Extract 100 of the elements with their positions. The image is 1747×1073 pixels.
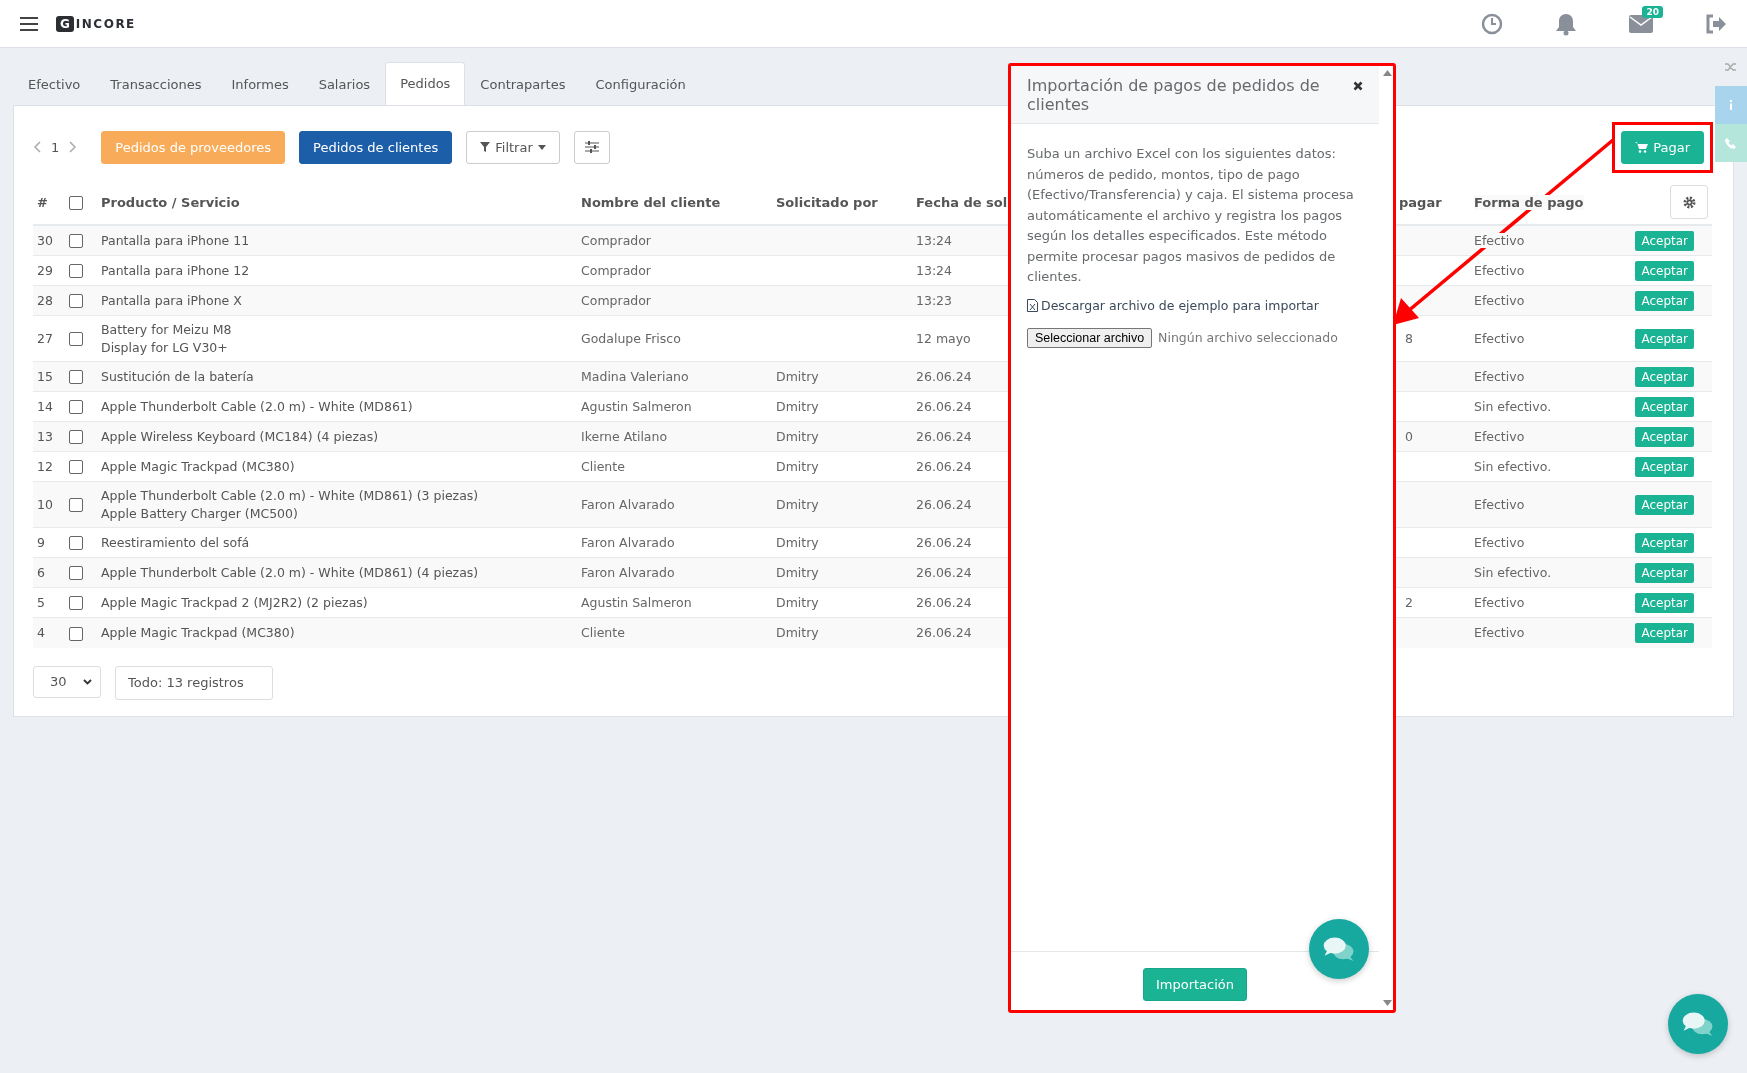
page-number[interactable]: 1 <box>51 139 60 155</box>
table-cell: 26.06.24 <box>912 481 1008 528</box>
chat-button[interactable] <box>1309 919 1369 979</box>
table-cell: 30 <box>33 225 65 256</box>
column-header: Forma de pago <box>1474 194 1584 210</box>
accept-button[interactable]: Aceptar <box>1635 456 1694 477</box>
dialog-title: Importación de pagos de pedidos de clientes <box>1027 76 1321 114</box>
table-cell: Apple Thunderbolt Cable (2.0 m) - White (MD861) (4 piezas) <box>97 557 577 588</box>
table-cell: Sin efectivo. <box>1474 399 1552 414</box>
checkbox[interactable] <box>69 430 83 445</box>
chevron-down-icon <box>83 678 92 685</box>
accept-button[interactable]: Aceptar <box>1635 562 1694 583</box>
tab[interactable]: Informes <box>216 63 304 105</box>
scroll-up-icon[interactable] <box>1382 70 1392 76</box>
file-status: Ningún archivo seleccionado <box>1158 329 1338 347</box>
checkbox[interactable] <box>69 536 83 551</box>
checkbox[interactable] <box>69 234 83 249</box>
close-icon[interactable] <box>1353 81 1363 91</box>
pay-button[interactable]: Pagar <box>1621 130 1704 164</box>
menu-icon[interactable] <box>20 16 38 31</box>
accept-button[interactable]: Aceptar <box>1635 366 1694 387</box>
accept-button[interactable]: Aceptar <box>1635 260 1694 281</box>
table-cell: Efectivo <box>1474 369 1525 384</box>
settings-button[interactable] <box>1670 185 1708 219</box>
accept-button[interactable]: Aceptar <box>1635 494 1694 515</box>
tab[interactable]: Pedidos <box>385 62 466 105</box>
checkbox[interactable] <box>69 400 83 415</box>
record-count: Todo: 13 registros <box>115 665 273 700</box>
table-cell: Faron Alvarado <box>577 557 772 588</box>
table-cell: 26.06.24 <box>912 617 1008 648</box>
table-cell: 26.06.24 <box>912 557 1008 588</box>
chat-icon <box>1322 935 1356 963</box>
table-cell: 13 <box>33 421 65 452</box>
orders-button[interactable]: Pedidos de clientes <box>299 130 453 164</box>
mail-icon[interactable] <box>1629 14 1653 33</box>
table-cell: Pantalla para iPhone 11 <box>97 225 577 256</box>
tab[interactable]: Contrapartes <box>465 63 581 105</box>
checkbox[interactable] <box>69 460 83 475</box>
accept-button[interactable]: Aceptar <box>1635 426 1694 447</box>
tab[interactable]: Configuración <box>580 63 701 105</box>
checkbox[interactable] <box>69 566 83 581</box>
table-cell: Cliente <box>577 617 772 648</box>
table-cell: 26.06.24 <box>912 421 1008 452</box>
table-cell: 4 <box>33 617 65 648</box>
table-cell: 6 <box>33 557 65 588</box>
tab[interactable]: Transacciones <box>95 63 217 105</box>
cart-icon <box>1635 141 1649 153</box>
tab[interactable]: Efectivo <box>13 63 96 105</box>
table-cell: Comprador <box>577 225 772 256</box>
import-button[interactable]: Importación <box>1142 967 1248 1001</box>
chat-icon <box>1681 1010 1715 1038</box>
table-cell: Sin efectivo. <box>1474 565 1552 580</box>
table-cell: Faron Alvarado <box>577 481 772 528</box>
table-cell: 10 <box>33 481 65 528</box>
tab[interactable]: Salarios <box>303 63 386 105</box>
accept-button[interactable]: Aceptar <box>1635 622 1694 643</box>
dialog-description: Suba un archivo Excel con los siguientes datos: números de pedido, montos, tipo de pago (Efectivo/Transferencia) y caja. El sistema procesa automáticamente el archivo y registra los pagos según los detalles especificados. Este método permite procesar pagos masivos de pedidos de clientes. <box>1027 145 1355 286</box>
scroll-down-icon[interactable] <box>1382 1000 1392 1006</box>
spreadsheet-file-icon <box>1027 299 1038 313</box>
checkbox[interactable] <box>69 370 83 385</box>
table-cell: Efectivo <box>1474 595 1525 610</box>
logout-icon[interactable] <box>1705 13 1727 34</box>
clock-icon[interactable] <box>1481 12 1503 35</box>
checkbox[interactable] <box>69 626 83 641</box>
accept-button[interactable]: Aceptar <box>1635 290 1694 311</box>
table-cell: Apple Wireless Keyboard (MC184) (4 piezas) <box>97 421 577 452</box>
choose-file-button[interactable]: Seleccionar archivo <box>1027 328 1153 349</box>
checkbox[interactable] <box>69 264 83 279</box>
accept-button[interactable]: Aceptar <box>1635 532 1694 553</box>
table-cell: Pantalla para iPhone X <box>97 285 577 316</box>
table-cell: Efectivo <box>1474 429 1525 444</box>
accept-button[interactable]: Aceptar <box>1635 230 1694 251</box>
table-cell: Ikerne Atilano <box>577 421 772 452</box>
table-cell: Sustitución de la batería <box>97 361 577 392</box>
checkbox[interactable] <box>69 498 83 513</box>
filter-button[interactable]: Filtrar <box>466 130 560 164</box>
checkbox[interactable] <box>69 596 83 611</box>
accept-button[interactable]: Aceptar <box>1635 592 1694 613</box>
accept-button[interactable]: Aceptar <box>1635 396 1694 417</box>
table-cell: Efectivo <box>1474 293 1525 308</box>
orders-button[interactable]: Pedidos de proveedores <box>101 130 285 164</box>
phone-icon <box>1725 137 1737 149</box>
caret-icon <box>537 144 546 150</box>
table-cell: 28 <box>33 285 65 316</box>
table-cell: Dmitry <box>772 481 912 528</box>
download-link[interactable]: Descargar archivo de ejemplo para importar <box>1041 295 1319 316</box>
logo-text: INCORE <box>75 16 136 31</box>
checkbox[interactable] <box>69 294 83 309</box>
chat-button[interactable] <box>1668 994 1728 1054</box>
accept-button[interactable]: Aceptar <box>1635 328 1694 349</box>
info-icon <box>1729 100 1733 110</box>
page-size-select[interactable]: 30 <box>33 665 101 698</box>
table-cell: Madina Valeriano <box>577 361 772 392</box>
bell-icon[interactable] <box>1555 11 1577 36</box>
table-cell: Dmitry <box>772 421 912 452</box>
checkbox[interactable] <box>69 332 83 347</box>
checkbox[interactable] <box>69 195 83 210</box>
table-cell: Efectivo <box>1474 497 1525 512</box>
table-cell: Efectivo <box>1474 233 1525 248</box>
table-cell: Dmitry <box>772 617 912 648</box>
